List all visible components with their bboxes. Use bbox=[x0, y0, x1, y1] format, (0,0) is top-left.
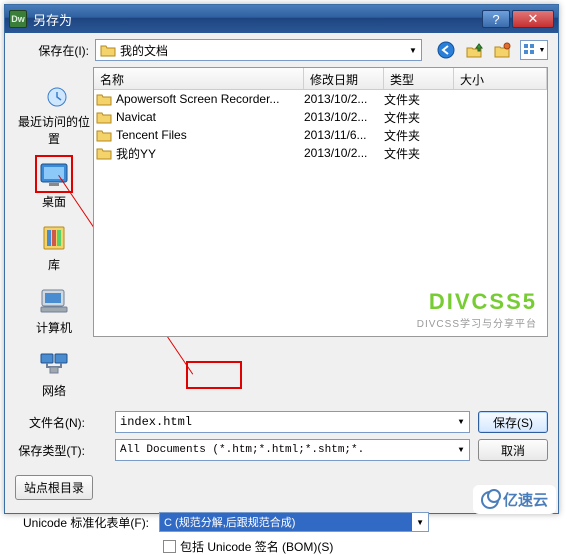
column-type[interactable]: 类型 bbox=[384, 68, 454, 89]
chevron-down-icon[interactable]: ▼ bbox=[453, 440, 469, 460]
back-button[interactable] bbox=[436, 40, 456, 60]
unicode-select[interactable]: C (规范分解,后跟规范合成) ▼ bbox=[159, 512, 429, 532]
column-date[interactable]: 修改日期 bbox=[304, 68, 384, 89]
folder-icon bbox=[96, 110, 112, 124]
file-list-pane[interactable]: 名称 修改日期 类型 大小 Apowersoft Screen Recorder… bbox=[93, 67, 548, 337]
up-button[interactable] bbox=[464, 40, 484, 60]
save-button[interactable]: 保存(S) bbox=[478, 411, 548, 433]
brand-watermark: 亿速云 bbox=[473, 485, 556, 514]
column-headers[interactable]: 名称 修改日期 类型 大小 bbox=[94, 68, 547, 90]
titlebar: Dw 另存为 ? ✕ bbox=[5, 5, 558, 33]
libraries-icon bbox=[37, 220, 71, 254]
computer-icon bbox=[37, 283, 71, 317]
unicode-label: Unicode 标准化表单(F): bbox=[15, 514, 159, 531]
sidebar-item-network[interactable]: 网络 bbox=[15, 344, 93, 401]
window-title: 另存为 bbox=[33, 10, 482, 29]
file-row[interactable]: Tencent Files 2013/11/6... 文件夹 bbox=[94, 126, 547, 144]
column-size[interactable]: 大小 bbox=[454, 68, 547, 89]
file-row[interactable]: Navicat 2013/10/2... 文件夹 bbox=[94, 108, 547, 126]
view-menu-button[interactable]: ▼ bbox=[520, 40, 548, 60]
watermark: DIVCSS5 DIVCSS学习与分享平台 bbox=[417, 289, 537, 330]
sidebar-item-desktop[interactable]: 桌面 bbox=[15, 155, 93, 212]
folder-icon bbox=[100, 43, 116, 57]
filetype-label: 保存类型(T): bbox=[15, 442, 93, 459]
bom-checkbox-row[interactable]: 包括 Unicode 签名 (BOM)(S) bbox=[163, 538, 548, 555]
chevron-down-icon[interactable]: ▼ bbox=[412, 518, 428, 527]
save-as-dialog: Dw 另存为 ? ✕ 保存在(I): 我的文档 ▼ bbox=[4, 4, 559, 514]
folder-icon bbox=[96, 146, 112, 160]
folder-icon bbox=[96, 128, 112, 142]
bom-label: 包括 Unicode 签名 (BOM)(S) bbox=[180, 538, 333, 555]
app-icon: Dw bbox=[9, 10, 27, 28]
close-button[interactable]: ✕ bbox=[512, 10, 554, 28]
sidebar-item-computer[interactable]: 计算机 bbox=[15, 281, 93, 338]
save-in-label: 保存在(I): bbox=[15, 42, 95, 59]
cancel-button[interactable]: 取消 bbox=[478, 439, 548, 461]
new-folder-button[interactable] bbox=[492, 40, 512, 60]
folder-icon bbox=[96, 92, 112, 106]
column-name[interactable]: 名称 bbox=[94, 68, 304, 89]
filename-input[interactable]: index.html ▼ bbox=[115, 411, 470, 433]
sidebar-item-libraries[interactable]: 库 bbox=[15, 218, 93, 275]
file-row[interactable]: 我的YY 2013/10/2... 文件夹 bbox=[94, 144, 547, 162]
site-root-button[interactable]: 站点根目录 bbox=[15, 475, 93, 500]
help-button[interactable]: ? bbox=[482, 10, 510, 28]
chevron-down-icon[interactable]: ▼ bbox=[405, 40, 421, 60]
save-in-value: 我的文档 bbox=[120, 42, 168, 59]
recent-icon bbox=[37, 77, 71, 111]
brand-icon bbox=[481, 491, 499, 509]
filetype-select[interactable]: All Documents (*.htm;*.html;*.shtm;*. ▼ bbox=[115, 439, 470, 461]
file-row[interactable]: Apowersoft Screen Recorder... 2013/10/2.… bbox=[94, 90, 547, 108]
filename-label: 文件名(N): bbox=[15, 414, 93, 431]
network-icon bbox=[37, 346, 71, 380]
places-sidebar: 最近访问的位置 桌面 库 bbox=[15, 67, 93, 401]
bom-checkbox[interactable] bbox=[163, 540, 176, 553]
file-list: Apowersoft Screen Recorder... 2013/10/2.… bbox=[94, 90, 547, 162]
desktop-icon bbox=[37, 157, 71, 191]
chevron-down-icon[interactable]: ▼ bbox=[453, 412, 469, 432]
sidebar-item-recent[interactable]: 最近访问的位置 bbox=[15, 75, 93, 149]
save-in-select[interactable]: 我的文档 ▼ bbox=[95, 39, 422, 61]
save-in-row: 保存在(I): 我的文档 ▼ ▼ bbox=[15, 39, 548, 61]
